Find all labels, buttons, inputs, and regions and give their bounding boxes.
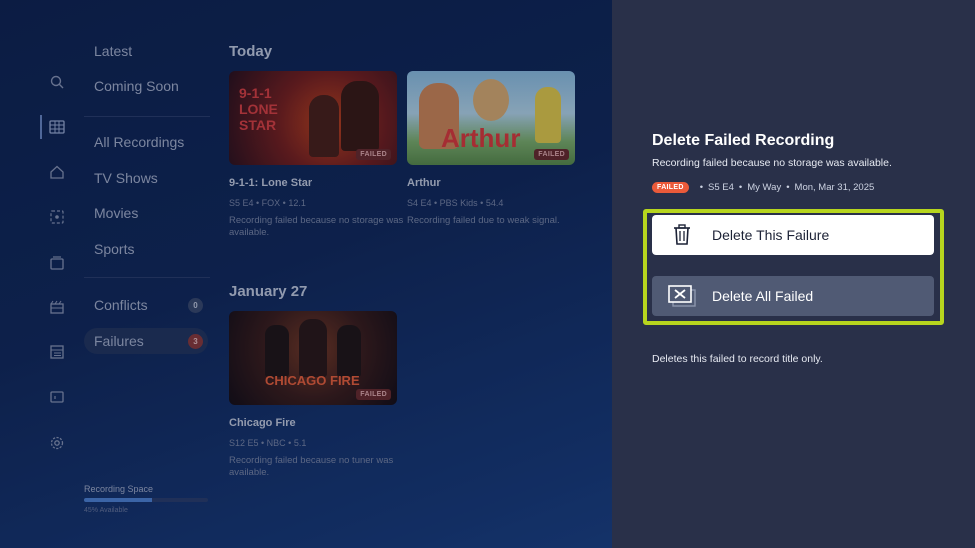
separator-dot: • <box>699 182 704 193</box>
panel-title: Delete Failed Recording <box>652 132 835 149</box>
delete-all-icon <box>652 284 712 308</box>
separator-dot: • <box>786 182 790 193</box>
trash-icon <box>652 224 712 246</box>
panel-date: Mon, Mar 31, 2025 <box>794 182 875 193</box>
failed-status-badge: FAILED <box>652 182 689 193</box>
background-dim-overlay <box>0 0 612 548</box>
delete-this-failure-button[interactable]: Delete This Failure <box>652 215 934 255</box>
panel-channel: My Way <box>747 182 782 193</box>
panel-meta: FAILED • S5 E4 • My Way • Mon, Mar 31, 2… <box>652 182 874 193</box>
delete-all-failed-button[interactable]: Delete All Failed <box>652 276 934 316</box>
panel-episode: S5 E4 <box>708 182 734 193</box>
panel-subtitle: Recording failed because no storage was … <box>652 157 892 169</box>
delete-this-failure-label: Delete This Failure <box>712 227 830 243</box>
separator-dot: • <box>738 182 743 193</box>
panel-note: Deletes this failed to record title only… <box>652 353 823 365</box>
delete-all-failed-label: Delete All Failed <box>712 288 814 304</box>
